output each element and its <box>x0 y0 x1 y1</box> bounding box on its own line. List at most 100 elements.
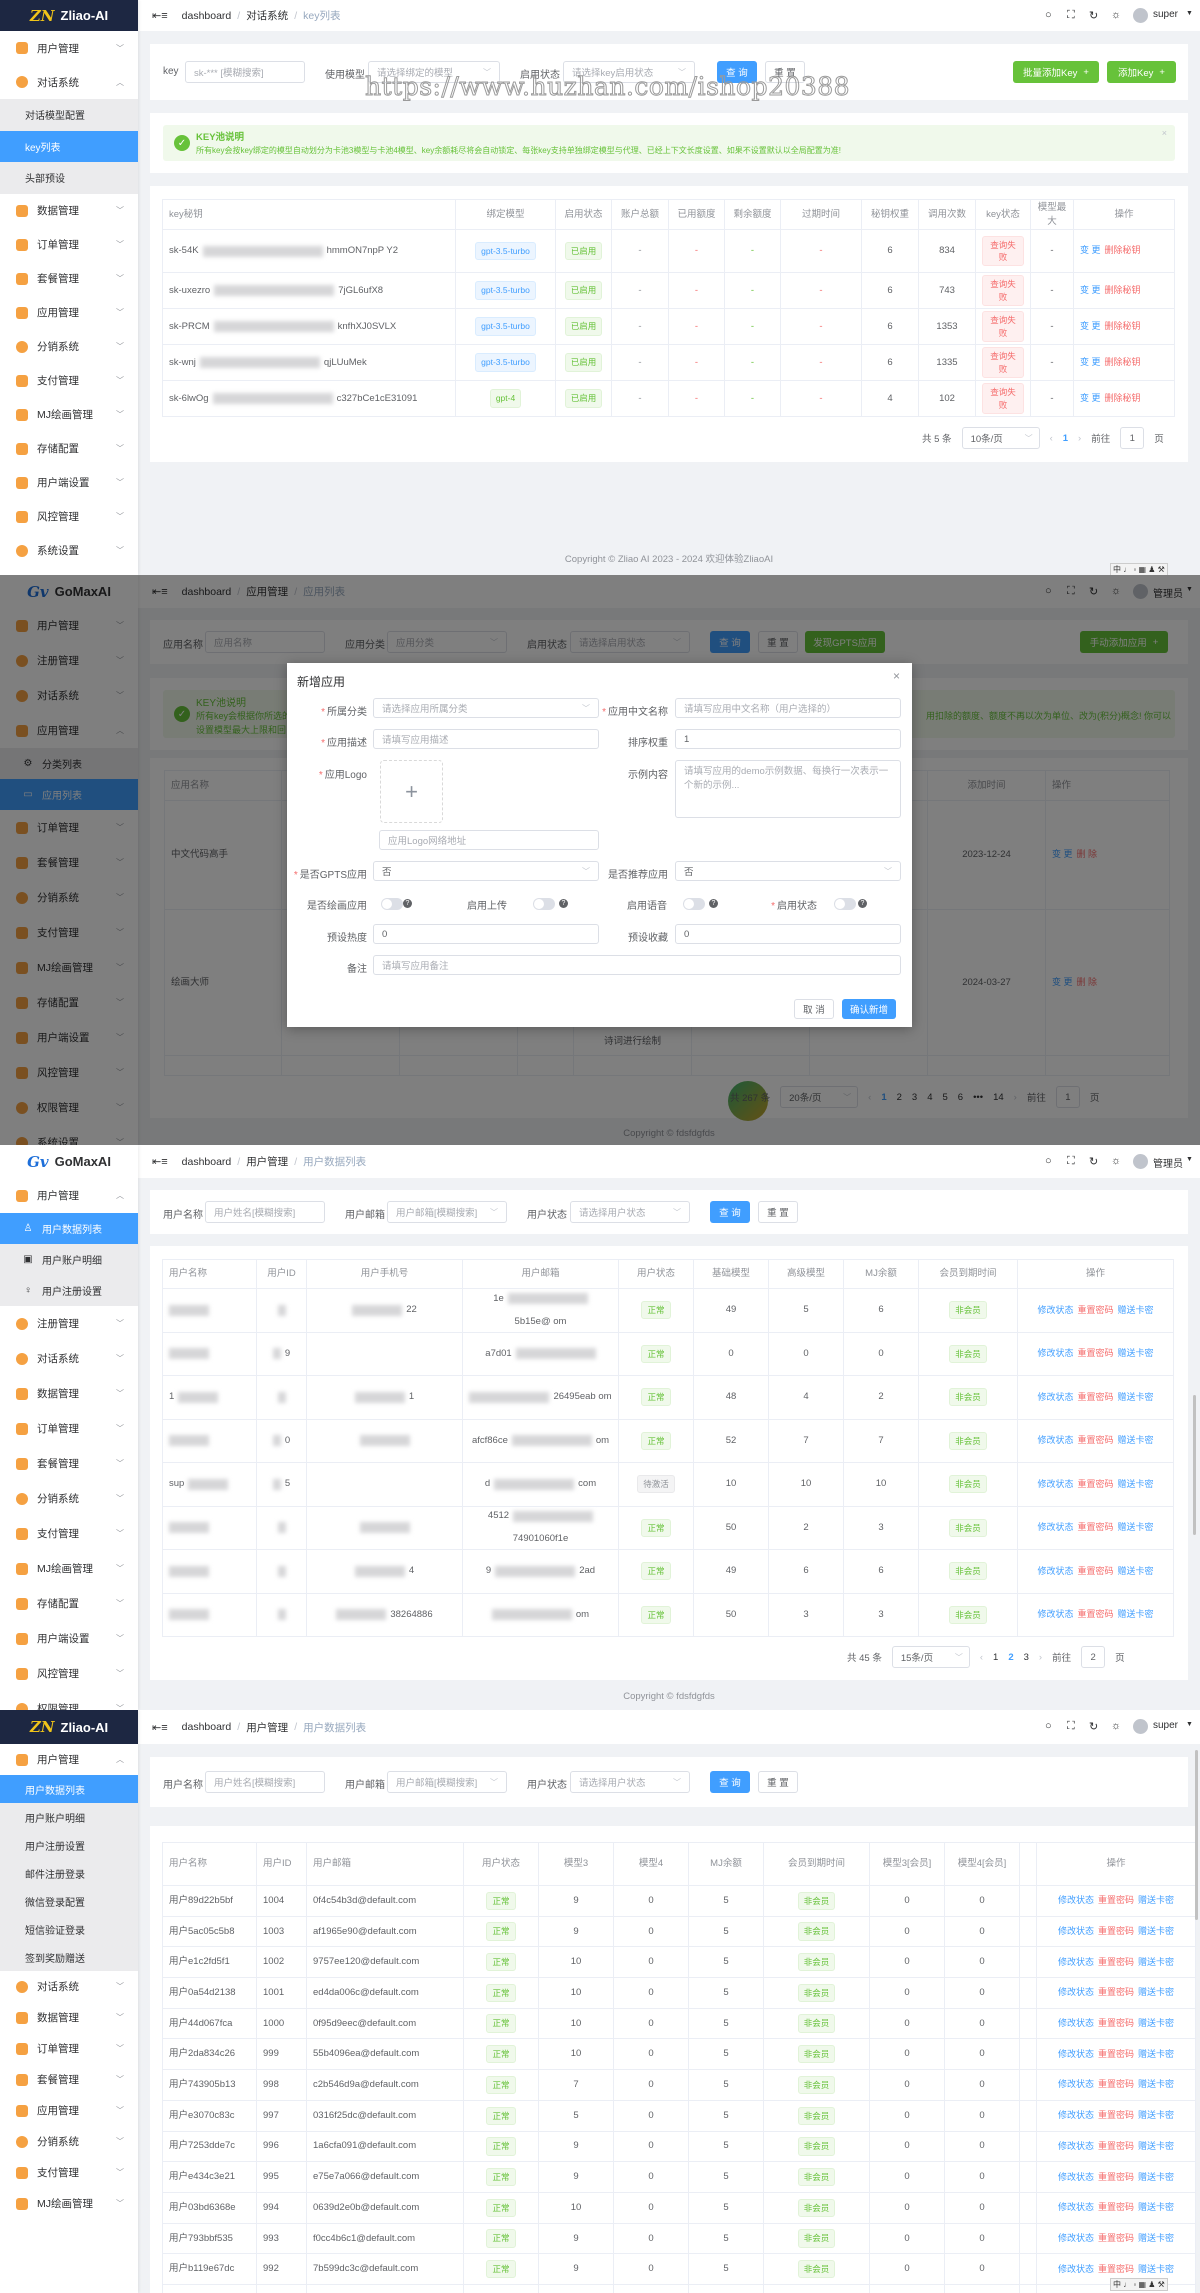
fullscreen-icon[interactable]: ⛶ <box>1067 9 1075 22</box>
logo-upload-box[interactable]: + <box>380 760 443 823</box>
reset-password-button[interactable]: 重置密码 <box>1077 1434 1113 1447</box>
gift-card-button[interactable]: 赠送卡密 <box>1138 1986 1174 1999</box>
vertical-scrollbar[interactable] <box>1195 1750 1198 1920</box>
sidebar-subitem[interactable]: ♙ 用户数据列表 <box>0 1213 138 1244</box>
reset-button[interactable]: 重 置 <box>758 1201 798 1223</box>
change-status-button[interactable]: 修改状态 <box>1058 2232 1094 2245</box>
sidebar-item-chat[interactable]: 对话系统 ﹀ <box>0 1971 138 2002</box>
change-status-button[interactable]: 修改状态 <box>1037 1565 1073 1578</box>
gift-card-button[interactable]: 赠送卡密 <box>1118 1478 1154 1491</box>
gift-card-button[interactable]: 赠送卡密 <box>1138 2171 1174 2184</box>
change-status-button[interactable]: 修改状态 <box>1037 1478 1073 1491</box>
search-select[interactable]: 请选择用户状态 ﹀ <box>570 1771 690 1793</box>
gift-card-button[interactable]: 赠送卡密 <box>1118 1521 1154 1534</box>
change-button[interactable]: 变 更 <box>1080 356 1101 369</box>
theme-icon[interactable]: ☼ <box>1111 1720 1121 1732</box>
category-select[interactable]: 请选择应用所属分类 ﹀ <box>373 698 599 718</box>
favorites-input[interactable]: 0 <box>675 924 901 944</box>
page-number[interactable]: 3 <box>1024 1652 1029 1663</box>
sidebar-subitem[interactable]: 用户数据列表 <box>0 1775 138 1803</box>
search-icon[interactable]: ○ <box>1045 9 1052 21</box>
sidebar-subitem[interactable]: 用户注册设置 <box>0 1831 138 1859</box>
reset-password-button[interactable]: 重置密码 <box>1077 1565 1113 1578</box>
sidebar-item-data[interactable]: 数据管理 ﹀ <box>0 194 138 228</box>
breadcrumb-item[interactable]: dashboard <box>182 1721 232 1733</box>
remark-input[interactable]: 请填写应用备注 <box>373 955 901 975</box>
reset-password-button[interactable]: 重置密码 <box>1098 1986 1134 1999</box>
gift-card-button[interactable]: 赠送卡密 <box>1118 1347 1154 1360</box>
reset-password-button[interactable]: 重置密码 <box>1098 2109 1134 2122</box>
change-status-button[interactable]: 修改状态 <box>1058 2263 1094 2276</box>
sidebar-item-chat[interactable]: 对话系统 ︿ <box>0 65 138 99</box>
reset-password-button[interactable]: 重置密码 <box>1098 2263 1134 2276</box>
change-status-button[interactable]: 修改状态 <box>1058 2140 1094 2153</box>
sidebar-item-user[interactable]: 用户管理 ﹀ <box>0 31 138 65</box>
breadcrumb-item[interactable]: dashboard <box>182 10 232 22</box>
change-status-button[interactable]: 修改状态 <box>1058 1894 1094 1907</box>
sidebar-item-distribution[interactable]: 分销系统 ﹀ <box>0 1481 138 1516</box>
prev-page-button[interactable]: ‹ <box>980 1652 983 1663</box>
breadcrumb-item[interactable]: 对话系统 <box>246 8 288 23</box>
collapse-menu-icon[interactable]: ⇤≡ <box>152 1721 168 1734</box>
sidebar-item-order[interactable]: 订单管理 ﹀ <box>0 228 138 262</box>
reset-password-button[interactable]: 重置密码 <box>1098 2201 1134 2214</box>
change-status-button[interactable]: 修改状态 <box>1037 1521 1073 1534</box>
page-size-select[interactable]: 15条/页 ﹀ <box>891 1646 970 1668</box>
reset-password-button[interactable]: 重置密码 <box>1098 2232 1134 2245</box>
sidebar-item-order[interactable]: 订单管理 ﹀ <box>0 1411 138 1446</box>
sidebar-item-palette[interactable]: MJ绘画管理 ﹀ <box>0 1551 138 1586</box>
fullscreen-icon[interactable]: ⛶ <box>1067 1720 1075 1733</box>
change-button[interactable]: 变 更 <box>1080 244 1101 257</box>
gift-card-button[interactable]: 赠送卡密 <box>1138 2263 1174 2276</box>
collapse-menu-icon[interactable]: ⇤≡ <box>152 9 168 22</box>
reset-password-button[interactable]: 重置密码 <box>1098 2140 1134 2153</box>
page-number[interactable]: 2 <box>1008 1652 1013 1663</box>
modal-close-icon[interactable]: × <box>893 669 900 683</box>
page-size-select[interactable]: 10条/页 ﹀ <box>961 427 1040 449</box>
sidebar-subitem[interactable]: key列表 <box>0 130 138 162</box>
user-name[interactable]: super <box>1153 1720 1178 1731</box>
search-input[interactable]: 用户姓名[模糊搜索] <box>205 1771 325 1793</box>
toggle-switch[interactable] <box>533 898 555 910</box>
search-icon[interactable]: ○ <box>1045 1155 1052 1167</box>
change-status-button[interactable]: 修改状态 <box>1037 1391 1073 1404</box>
sidebar-item-order[interactable]: 订单管理 ﹀ <box>0 2033 138 2064</box>
change-status-button[interactable]: 修改状态 <box>1037 1434 1073 1447</box>
gift-card-button[interactable]: 赠送卡密 <box>1138 2048 1174 2061</box>
refresh-icon[interactable]: ↻ <box>1089 1720 1098 1733</box>
change-button[interactable]: 变 更 <box>1080 284 1101 297</box>
change-status-button[interactable]: 修改状态 <box>1058 2201 1094 2214</box>
theme-icon[interactable]: ☼ <box>1111 1155 1121 1167</box>
page-number[interactable]: 1 <box>993 1652 998 1663</box>
vertical-scrollbar[interactable] <box>1193 1395 1196 1535</box>
avatar[interactable] <box>1133 7 1148 23</box>
gift-card-button[interactable]: 赠送卡密 <box>1118 1434 1154 1447</box>
sidebar-item-package[interactable]: 套餐管理 ﹀ <box>0 1446 138 1481</box>
reset-password-button[interactable]: 重置密码 <box>1098 2048 1134 2061</box>
avatar[interactable] <box>1133 1719 1148 1734</box>
alert-close-icon[interactable]: × <box>1162 128 1167 138</box>
sidebar-item-payment[interactable]: 支付管理 ﹀ <box>0 1516 138 1551</box>
sidebar-item-permission[interactable]: 权限管理 ﹀ <box>0 1691 138 1710</box>
reset-password-button[interactable]: 重置密码 <box>1077 1304 1113 1317</box>
user-name[interactable]: super <box>1153 9 1178 20</box>
sidebar-subitem[interactable]: 用户账户明细 <box>0 1803 138 1831</box>
sidebar-subitem[interactable]: ▣ 用户账户明细 <box>0 1244 138 1275</box>
sidebar-item-gear[interactable]: 系统设置 ﹀ <box>0 534 138 568</box>
prev-page-button[interactable]: ‹ <box>1050 433 1053 444</box>
sidebar-item-distribution[interactable]: 分销系统 ﹀ <box>0 330 138 364</box>
reset-password-button[interactable]: 重置密码 <box>1098 2171 1134 2184</box>
collapse-menu-icon[interactable]: ⇤≡ <box>152 1155 168 1168</box>
logo-url-input[interactable]: 应用Logo网络地址 <box>379 830 599 850</box>
search-input[interactable]: 用户姓名[模糊搜索] <box>205 1201 325 1223</box>
search-select[interactable]: 请选择用户状态 ﹀ <box>570 1201 690 1223</box>
sidebar-item-chat[interactable]: 对话系统 ﹀ <box>0 1341 138 1376</box>
next-page-button[interactable]: › <box>1039 1652 1042 1663</box>
sidebar-item-client-settings[interactable]: 用户端设置 ﹀ <box>0 1621 138 1656</box>
user-name[interactable]: 管理员 <box>1153 1155 1183 1170</box>
toggle-switch[interactable] <box>381 898 403 910</box>
gpts-select[interactable]: 否 ﹀ <box>373 861 599 881</box>
recommend-select[interactable]: 否 ﹀ <box>675 861 901 881</box>
user-menu-caret-icon[interactable]: ▼ <box>1186 1721 1193 1728</box>
gift-card-button[interactable]: 赠送卡密 <box>1138 2109 1174 2122</box>
